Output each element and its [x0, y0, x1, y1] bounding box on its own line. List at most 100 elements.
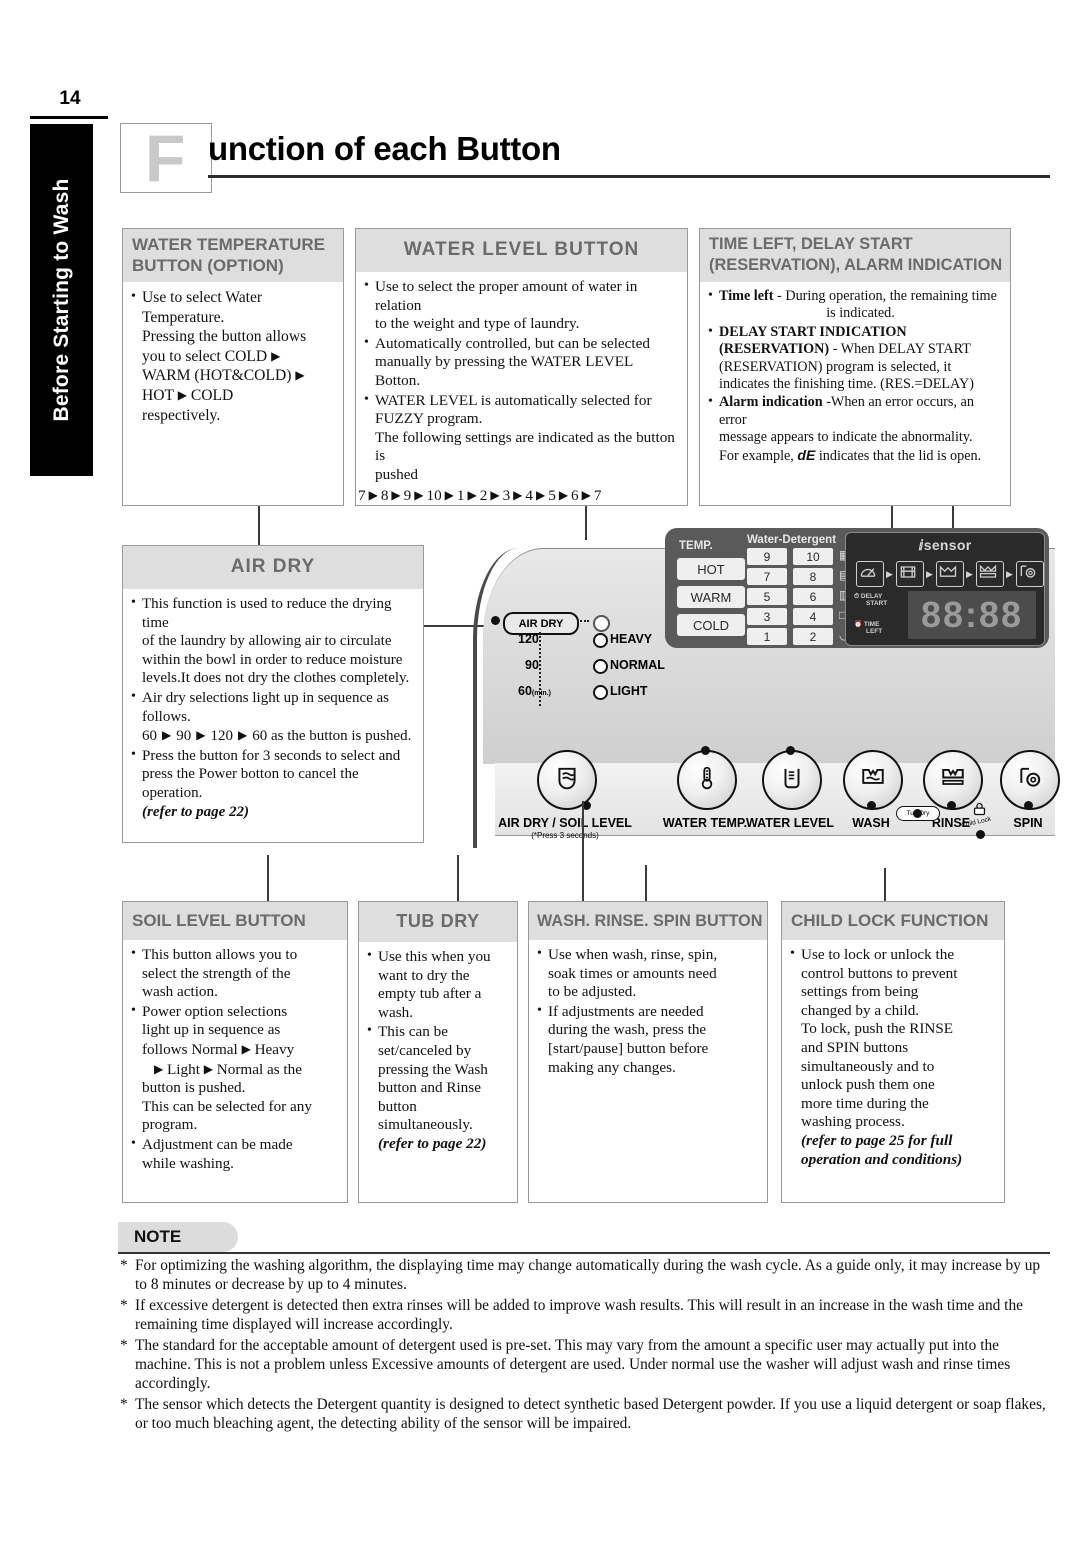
air-dry-led [593, 615, 610, 632]
soil-label-heavy: HEAVY [610, 632, 653, 646]
note-item: The standard for the acceptable amount o… [118, 1336, 1050, 1394]
wt-l1: Use to select Water [142, 289, 263, 306]
list-item: Time left - During operation, the remain… [708, 287, 1002, 323]
rinse-icon [940, 765, 966, 796]
list-item: Use to select Water Temperature. Pressin… [131, 287, 335, 425]
td-b1-l4: wash. [378, 1003, 414, 1021]
air-dry-sequence: 60 ▶ 90 ▶ 120 ▶ 60 as the button is pushed. [142, 726, 415, 746]
td-b2-l6: simultaneously. [378, 1116, 473, 1134]
list-item: This button allows you to select the str… [131, 945, 339, 1002]
cl-l8: unlock push them one [801, 1076, 935, 1094]
stage-wash-icon [896, 561, 924, 587]
arrow-icon: ▶ [196, 728, 206, 743]
arrow-icon: ▶ [295, 368, 305, 383]
air-dry-time-120: 120 [518, 632, 539, 646]
water-detergent-cell: 3 [747, 608, 787, 625]
water-detergent-cell: 8 [793, 568, 833, 585]
wt-l7: respectively. [142, 406, 221, 424]
sl-b1-l3: wash action. [142, 983, 218, 1001]
time-left-box: TIME LEFT, DELAY START (RESERVATION), AL… [699, 228, 1011, 506]
manual-page: 14 Before Starting to Wash F unction of … [0, 0, 1080, 1542]
list-item: Use to lock or unlock the control button… [790, 945, 996, 1169]
temp-group-label: TEMP. [679, 540, 713, 552]
callout-dot [913, 809, 922, 818]
water-detergent-cell: 10 [793, 548, 833, 565]
water-temp-button[interactable] [677, 750, 737, 810]
ad-b3-l1: Press the button for 3 seconds to select… [142, 747, 401, 764]
temp-chip-cold: COLD [677, 614, 745, 636]
sensor-brand-label: ⅈsensor [918, 537, 972, 553]
wl-b3-l4: pushed [375, 465, 419, 483]
sl-b3-l2: while washing. [142, 1154, 234, 1172]
sl-b3-l1: Adjustment can be made [142, 1135, 293, 1153]
sequence-value: 60 [142, 728, 157, 745]
sl-b1-l2: select the strength of the [142, 964, 291, 982]
title-rule [208, 175, 1050, 178]
sequence-value: 1 [456, 486, 465, 504]
list-item: This can be set/canceled by pressing the… [367, 1022, 509, 1153]
arrow-icon: ▶ [271, 348, 281, 363]
water-level-button[interactable] [762, 750, 822, 810]
soil-level-body: This button allows you to select the str… [123, 940, 347, 1178]
spin-icon [1017, 765, 1043, 796]
note-item: The sensor which detects the Detergent q… [118, 1395, 1050, 1434]
air-dry-button-icon [554, 765, 580, 796]
wash-rinse-spin-box: WASH. RINSE. SPIN BUTTON Use when wash, … [528, 901, 768, 1203]
air-dry-indicator-pill: AIR DRY [503, 612, 579, 635]
list-item: Use to select the proper amount of water… [364, 277, 679, 334]
sequence-value: 6 [571, 486, 579, 504]
sl-b2-l1: Power option selections [142, 1002, 288, 1020]
water-detergent-cell: 4 [793, 608, 833, 625]
air-dry-refer: (refer to page 22) [142, 803, 250, 820]
thermometer-icon [694, 765, 720, 796]
tl-b2-l2: (RESERVATION) - When DELAY START [719, 341, 971, 358]
note-item: For optimizing the washing algorithm, th… [118, 1256, 1050, 1295]
tl-b2-l3: (RESERVATION) program is selected, it [719, 358, 952, 375]
ad-b2-l2: follows. [142, 708, 191, 725]
sl-b1-l1: This button allows you to [142, 946, 298, 963]
sequence-tail: as the button is pushed. [267, 728, 412, 745]
temp-chip-warm: WARM [677, 586, 745, 608]
stage-rinse1-icon [936, 561, 964, 587]
water-detergent-cell: 6 [793, 588, 833, 605]
connector-line [645, 865, 647, 901]
page-number-rule [30, 116, 108, 119]
wt-l6: HOT ▶ COLD [142, 386, 234, 404]
arrow-icon: ▶ [391, 487, 401, 502]
arrow-icon: ▶ [490, 487, 500, 502]
page-number: 14 [59, 88, 81, 109]
tub-dry-box: TUB DRY Use this when you want to dry th… [358, 901, 518, 1203]
cl-l2: control buttons to prevent [801, 964, 958, 982]
wl-b2-l2: manually by pressing the WATER LEVEL Bot… [375, 353, 633, 389]
wl-b2-l1: Automatically controlled, but can be sel… [375, 334, 650, 352]
note-tab: NOTE [118, 1222, 238, 1252]
arrow-icon: ▶ [558, 487, 569, 502]
tl-b2-l4: indicates the finishing time. (RES.=DELA… [719, 376, 974, 393]
water-detergent-label: Water-Detergent [747, 534, 837, 546]
time-left-mini-label: ⏰ TIME LEFT [854, 621, 883, 635]
connector-line [267, 855, 269, 901]
arrow-icon: ▶ [203, 1061, 213, 1076]
td-b2-l5: button [378, 1097, 417, 1115]
td-b2-l2: set/canceled by [378, 1041, 472, 1059]
callout-dot [491, 616, 500, 625]
cl-l7: simultaneously and to [801, 1057, 935, 1075]
soil-led-heavy [593, 633, 608, 648]
td-b2-l4: button and Rinse [378, 1079, 481, 1097]
tl-b3-l2: message appears to indicate the abnormal… [719, 429, 973, 446]
air-dry-body: This function is used to reduce the dryi… [123, 589, 423, 826]
wrs-b2-l4: making any changes. [548, 1058, 676, 1076]
note-tab-label: NOTE [134, 1227, 182, 1246]
wrs-b2-l2: during the wash, press the [548, 1021, 707, 1039]
soil-label-light: LIGHT [610, 684, 648, 698]
water-wave-icon [939, 565, 957, 577]
stage-arrow-icon: ▶ [926, 569, 933, 579]
water-detergent-cell: 2 [793, 628, 833, 645]
arrow-icon: ▶ [162, 728, 172, 743]
air-dry-box: AIR DRY This function is used to reduce … [122, 545, 424, 843]
tub-dry-body: Use this when you want to dry the empty … [359, 942, 517, 1159]
list-item: If adjustments are needed during the was… [537, 1002, 759, 1077]
wl-b3-l1: WATER LEVEL is automatically selected fo… [375, 391, 652, 409]
wt-l5: WARM (HOT&COLD) ▶ [142, 367, 305, 385]
lcd-display: ⅈsensor ▶ ▶ ▶ ▶ ⏱ DELAY START ⏰ TIME LEF… [845, 532, 1045, 646]
